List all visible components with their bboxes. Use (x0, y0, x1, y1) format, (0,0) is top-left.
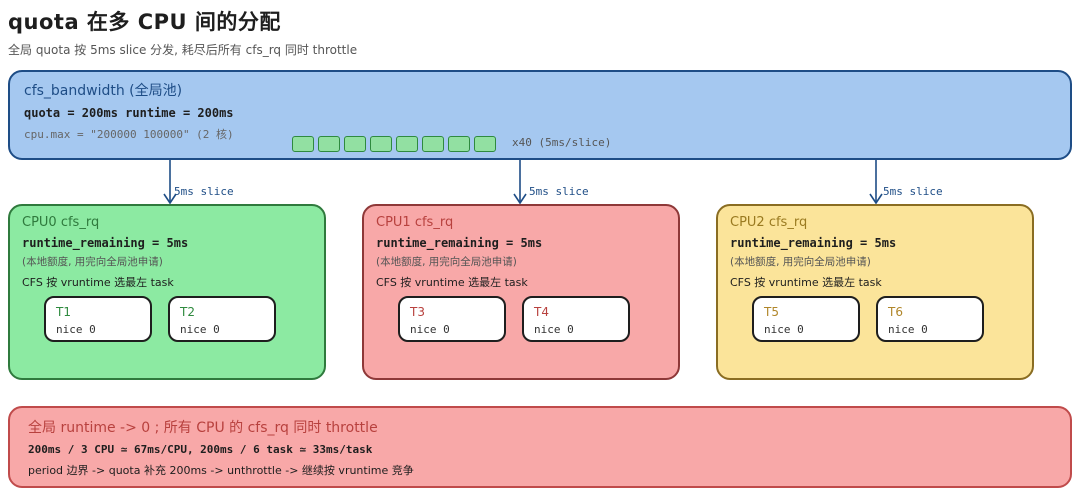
slice-block (344, 136, 366, 152)
task-nice: nice 0 (410, 323, 450, 336)
pool-title: cfs_bandwidth (全局池) (24, 83, 183, 99)
arrow-down-icon (163, 160, 177, 205)
runtime-remaining: runtime_remaining = 5ms (376, 236, 543, 250)
runtime-remaining: runtime_remaining = 5ms (730, 236, 897, 250)
task-name: T5 (764, 305, 779, 319)
runtime-remaining: runtime_remaining = 5ms (22, 236, 189, 250)
diagram-title: quota 在多 CPU 间的分配 (8, 10, 281, 34)
slice-block (370, 136, 392, 152)
arrow-label: 5ms slice (529, 185, 589, 198)
slice-block (292, 136, 314, 152)
task-card: T6 nice 0 (876, 296, 984, 342)
slice-row (292, 136, 496, 152)
throttle-calc: 200ms / 3 CPU ≃ 67ms/CPU, 200ms / 6 task… (28, 443, 373, 456)
slice-count-label: x40 (5ms/slice) (512, 136, 612, 149)
cfs-rule: CFS 按 vruntime 选最左 task (730, 276, 882, 289)
task-card: T5 nice 0 (752, 296, 860, 342)
slice-block (396, 136, 418, 152)
cpu-title: CPU1 cfs_rq (376, 215, 454, 230)
slice-block (422, 136, 444, 152)
arrow-label: 5ms slice (174, 185, 234, 198)
throttle-summary-box: 全局 runtime -> 0 ; 所有 CPU 的 cfs_rq 同时 thr… (8, 406, 1072, 488)
pool-quota-line: quota = 200ms runtime = 200ms (24, 106, 234, 120)
slice-block (318, 136, 340, 152)
arrow-down-icon (869, 160, 883, 205)
task-nice: nice 0 (764, 323, 804, 336)
throttle-period: period 边界 -> quota 补充 200ms -> unthrottl… (28, 464, 414, 477)
cpu-note: (本地额度, 用完向全局池申请) (376, 256, 517, 268)
task-nice: nice 0 (56, 323, 96, 336)
task-name: T1 (56, 305, 71, 319)
cfs-rule: CFS 按 vruntime 选最左 task (376, 276, 528, 289)
pool-cpu-max: cpu.max = "200000 100000" (2 核) (24, 128, 234, 141)
task-nice: nice 0 (180, 323, 220, 336)
task-name: T6 (888, 305, 903, 319)
task-card: T3 nice 0 (398, 296, 506, 342)
task-card: T4 nice 0 (522, 296, 630, 342)
cpu-note: (本地额度, 用完向全局池申请) (22, 256, 163, 268)
global-pool-box: cfs_bandwidth (全局池) quota = 200ms runtim… (8, 70, 1072, 160)
task-card: T1 nice 0 (44, 296, 152, 342)
task-name: T4 (534, 305, 549, 319)
cpu-note: (本地额度, 用完向全局池申请) (730, 256, 871, 268)
cpu2-cfs-rq-box: CPU2 cfs_rq runtime_remaining = 5ms (本地额… (716, 204, 1034, 380)
cfs-rule: CFS 按 vruntime 选最左 task (22, 276, 174, 289)
task-name: T3 (410, 305, 425, 319)
task-nice: nice 0 (534, 323, 574, 336)
cpu-title: CPU2 cfs_rq (730, 215, 808, 230)
throttle-title: 全局 runtime -> 0 ; 所有 CPU 的 cfs_rq 同时 thr… (28, 420, 378, 436)
cpu-title: CPU0 cfs_rq (22, 215, 100, 230)
cpu1-cfs-rq-box: CPU1 cfs_rq runtime_remaining = 5ms (本地额… (362, 204, 680, 380)
task-name: T2 (180, 305, 195, 319)
task-card: T2 nice 0 (168, 296, 276, 342)
arrow-label: 5ms slice (883, 185, 943, 198)
arrow-down-icon (513, 160, 527, 205)
cpu0-cfs-rq-box: CPU0 cfs_rq runtime_remaining = 5ms (本地额… (8, 204, 326, 380)
slice-block (474, 136, 496, 152)
diagram-subtitle: 全局 quota 按 5ms slice 分发, 耗尽后所有 cfs_rq 同时… (8, 43, 358, 57)
slice-block (448, 136, 470, 152)
task-nice: nice 0 (888, 323, 928, 336)
